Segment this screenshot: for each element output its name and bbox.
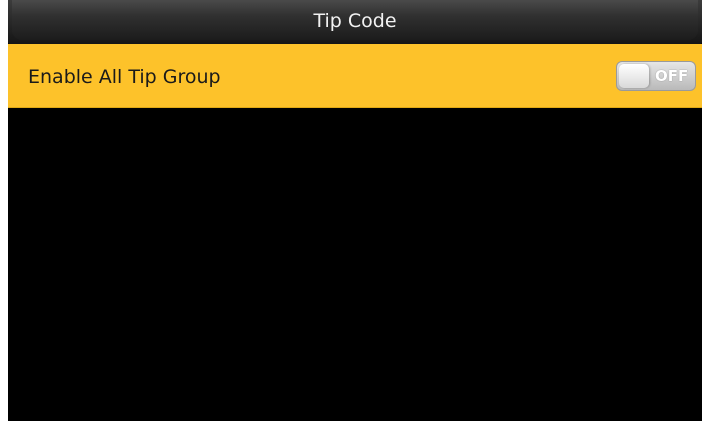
setting-item-enable-all-tip-group[interactable]: Enable All Tip Group OFF — [8, 44, 702, 108]
toggle-state-label: OFF — [655, 67, 689, 85]
page-title: Tip Code — [313, 10, 397, 32]
enable-all-tip-group-toggle[interactable]: OFF — [616, 61, 696, 91]
toggle-knob — [619, 64, 649, 88]
device-screen: Tip Code Enable All Tip Group OFF — [8, 0, 702, 421]
title-bar: Tip Code — [8, 0, 702, 44]
setting-item-label: Enable All Tip Group — [28, 66, 221, 88]
